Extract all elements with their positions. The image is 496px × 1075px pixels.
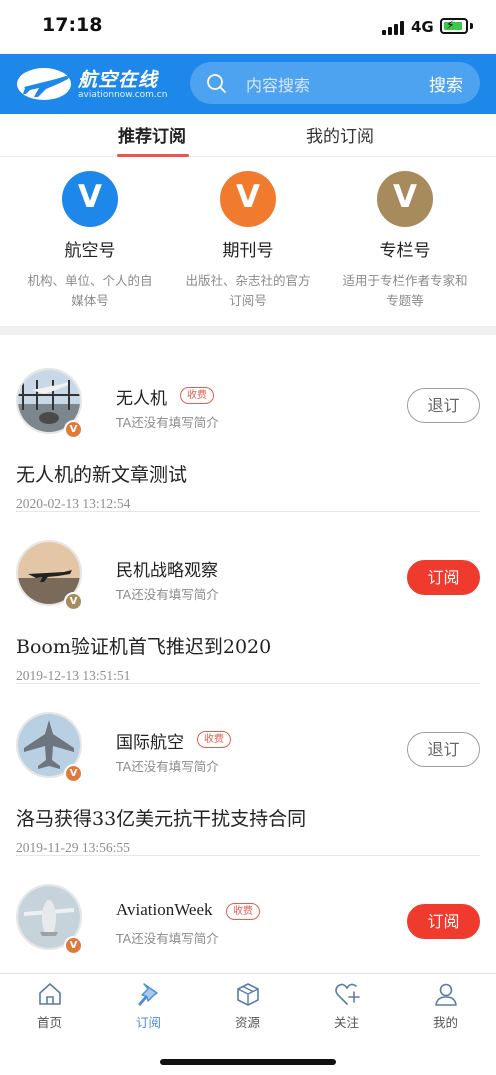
tab-indicator	[117, 154, 189, 157]
search-button[interactable]: 搜索	[429, 71, 463, 96]
nav-home[interactable]: 首页	[0, 980, 99, 1031]
channel-name[interactable]: 民机战略观察	[116, 556, 218, 581]
channel-desc: TA还没有填写简介	[116, 931, 219, 946]
category-desc: 出版社、杂志社的官方订阅号	[185, 273, 311, 308]
home-indicator	[160, 1059, 336, 1065]
verified-badge-icon: V	[64, 420, 83, 439]
heart-plus-icon	[334, 983, 360, 1005]
search-input[interactable]: 内容搜索	[246, 72, 310, 96]
verified-badge-icon: V	[64, 764, 83, 783]
fee-badge: 收费	[226, 903, 260, 920]
article-title[interactable]: 无人机的新文章测试	[16, 460, 187, 487]
v-badge-icon: V	[377, 171, 433, 227]
plane-logo-icon	[17, 68, 71, 100]
unsubscribe-button[interactable]: 退订	[407, 388, 480, 423]
article-title[interactable]: 洛马获得33亿美元抗干扰支持合同	[16, 804, 306, 831]
article-date: 2019-12-13 13:51:51	[16, 668, 131, 683]
tab-recommended[interactable]: 推荐订阅	[118, 122, 186, 147]
box-icon	[236, 983, 259, 1006]
subscription-item[interactable]: V 无人机 收费 TA还没有填写简介 退订 无人机的新文章测试 2020-02-…	[0, 340, 496, 512]
subscription-item[interactable]: V 国际航空 收费 TA还没有填写简介 退订 洛马获得33亿美元抗干扰支持合同 …	[0, 684, 496, 856]
pin-icon	[137, 983, 158, 1006]
nav-mine[interactable]: 我的	[396, 980, 495, 1031]
category-title: 期刊号	[222, 241, 274, 261]
verified-badge-icon: V	[64, 936, 83, 955]
category-desc: 机构、单位、个人的自媒体号	[27, 273, 153, 308]
status-time: 17:18	[42, 14, 103, 36]
nav-follow[interactable]: 关注	[297, 980, 396, 1031]
logo-title: 航空在线	[78, 69, 159, 91]
fee-badge: 收费	[180, 387, 214, 404]
subscribe-button[interactable]: 订阅	[407, 904, 480, 939]
channel-name[interactable]: AviationWeek	[116, 900, 213, 920]
category-journal[interactable]: V 期刊号 出版社、杂志社的官方订阅号	[168, 171, 328, 311]
logo-subtitle: aviationnow.com.cn	[78, 90, 168, 100]
logo[interactable]: 航空在线 aviationnow.com.cn	[16, 63, 176, 105]
fee-badge: 收费	[197, 731, 231, 748]
channel-desc: TA还没有填写简介	[116, 415, 219, 430]
verified-badge-icon: V	[64, 592, 83, 611]
v-badge-icon: V	[62, 171, 118, 227]
category-title: 专栏号	[379, 241, 431, 261]
channel-desc: TA还没有填写简介	[116, 587, 219, 602]
category-desc: 适用于专栏作者专家和专题等	[342, 273, 468, 308]
status-bar: 17:18 4G ⚡	[0, 0, 496, 54]
battery-icon: ⚡	[440, 18, 468, 34]
network-label: 4G	[411, 18, 434, 36]
nav-subscribe[interactable]: 订阅	[99, 980, 198, 1031]
app-header: 航空在线 aviationnow.com.cn 内容搜索 搜索	[0, 54, 496, 114]
user-icon	[434, 983, 457, 1006]
channel-name[interactable]: 无人机	[116, 384, 167, 409]
home-icon	[38, 983, 61, 1005]
article-date: 2020-02-13 13:12:54	[16, 496, 131, 511]
article-title[interactable]: Boom验证机首飞推迟到2020	[16, 632, 271, 659]
v-badge-icon: V	[220, 171, 276, 227]
channel-desc: TA还没有填写简介	[116, 759, 219, 774]
subscription-tabs: 推荐订阅 我的订阅	[0, 114, 496, 157]
category-aviation[interactable]: V 航空号 机构、单位、个人的自媒体号	[10, 171, 170, 311]
category-column[interactable]: V 专栏号 适用于专栏作者专家和专题等	[325, 171, 485, 311]
category-title: 航空号	[64, 241, 116, 261]
nav-resources[interactable]: 资源	[198, 980, 297, 1031]
unsubscribe-button[interactable]: 退订	[407, 732, 480, 767]
channel-name[interactable]: 国际航空	[116, 728, 184, 753]
subscription-item[interactable]: V 民机战略观察 TA还没有填写简介 订阅 Boom验证机首飞推迟到2020 2…	[0, 512, 496, 684]
search-bar[interactable]: 内容搜索 搜索	[190, 62, 480, 104]
section-divider	[0, 326, 496, 335]
search-icon	[207, 74, 226, 93]
subscribe-button[interactable]: 订阅	[407, 560, 480, 595]
article-date: 2019-11-29 13:56:55	[16, 840, 130, 855]
signal-icon	[382, 21, 404, 35]
tab-my-subscriptions[interactable]: 我的订阅	[306, 122, 374, 147]
